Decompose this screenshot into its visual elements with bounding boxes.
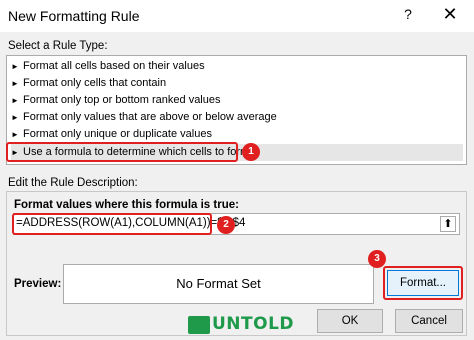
rule-type-label: Select a Rule Type: [8, 40, 108, 52]
arrow-icon: ► [11, 79, 19, 88]
rule-item-above-below-average[interactable]: ► Format only values that are above or be… [11, 109, 463, 126]
collapse-dialog-button[interactable]: ⬆ [440, 216, 456, 232]
rule-item-cells-contain[interactable]: ► Format only cells that contain [11, 75, 463, 92]
help-button[interactable]: ? [398, 6, 418, 26]
step-badge-2: 2 [217, 216, 235, 234]
rule-description-label: Edit the Rule Description: [8, 177, 138, 189]
selected-rule-highlight [6, 142, 238, 162]
ok-button[interactable]: OK [317, 309, 383, 333]
format-button[interactable]: Format... [387, 270, 459, 296]
formula-label: Format values where this formula is true… [14, 199, 239, 211]
arrow-icon: ► [11, 130, 19, 139]
step-badge-1: 1 [242, 143, 260, 161]
close-button[interactable]: ✕ [438, 4, 462, 28]
logo-text: UNTOLD [212, 314, 295, 334]
cancel-button[interactable]: Cancel [395, 309, 463, 333]
rule-item-unique-duplicate[interactable]: ► Format only unique or duplicate values [11, 126, 463, 143]
preview-label: Preview: [14, 278, 62, 290]
arrow-icon: ► [11, 62, 19, 71]
arrow-icon: ► [11, 113, 19, 122]
rule-item-top-bottom[interactable]: ► Format only top or bottom ranked values [11, 92, 463, 109]
preview-box: No Format Set [63, 264, 374, 304]
title-bar: New Formatting Rule ? ✕ [0, 0, 474, 32]
formula-highlight [12, 213, 212, 235]
rule-item-all-cells[interactable]: ► Format all cells based on their values [11, 58, 463, 75]
window-title: New Formatting Rule [8, 8, 140, 24]
step-badge-3: 3 [368, 250, 386, 268]
logo-mark-icon [188, 316, 210, 334]
untold-logo: UNTOLD [188, 314, 294, 336]
preview-text: No Format Set [176, 276, 261, 291]
arrow-icon: ► [11, 96, 19, 105]
